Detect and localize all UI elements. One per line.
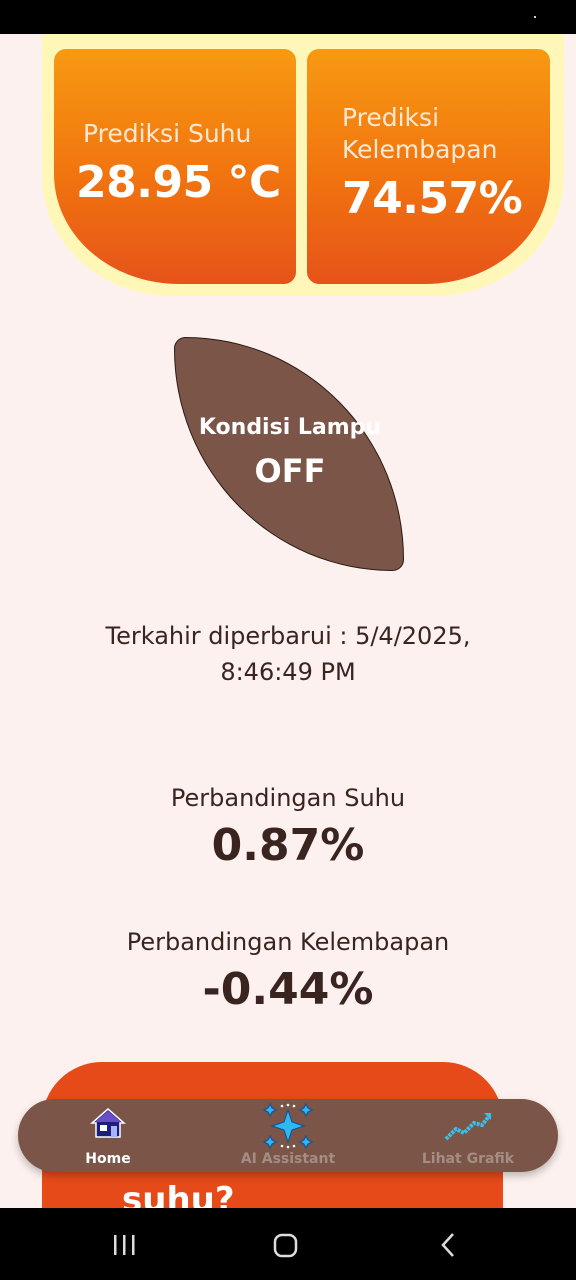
temperature-prediction-card: Prediksi Suhu 28.95 °C (54, 49, 296, 284)
lamp-status-label: Kondisi Lampu (198, 415, 382, 440)
humidity-prediction-label-line1: Prediksi (342, 103, 440, 132)
humidity-comparison-value: -0.44% (202, 964, 374, 1015)
nav-item-home[interactable]: Home (18, 1099, 198, 1172)
status-indicator-dot (534, 16, 536, 18)
nav-item-ai-assistant[interactable]: AI Assistant (198, 1099, 378, 1172)
humidity-prediction-card: Prediksi Kelembapan 74.57% (307, 49, 550, 284)
status-bar (0, 0, 576, 34)
last-updated-line2: 8:46:49 PM (220, 658, 356, 686)
humidity-comparison-label: Perbandingan Kelembapan (126, 928, 450, 956)
nav-label-lihat-grafik: Lihat Grafik (421, 1151, 515, 1167)
lamp-status-value: OFF (254, 452, 326, 490)
nav-label-ai-assistant: AI Assistant (240, 1151, 336, 1167)
home-icon (90, 1107, 126, 1143)
temperature-prediction-label: Prediksi Suhu (83, 119, 252, 148)
system-navigation-bar (0, 1208, 576, 1280)
last-updated-line1: Terkahir diperbarui : 5/4/2025, (105, 622, 471, 650)
bottom-navigation: Home AI Assistant Lihat Grafik (18, 1099, 558, 1172)
recent-apps-icon[interactable] (112, 1230, 138, 1260)
nav-label-home: Home (85, 1151, 131, 1167)
home-button-icon[interactable] (272, 1230, 300, 1260)
nav-item-lihat-grafik[interactable]: Lihat Grafik (378, 1099, 558, 1172)
temperature-comparison-label: Perbandingan Suhu (170, 784, 406, 812)
sparkle-icon (262, 1102, 314, 1154)
lamp-status-card: Kondisi Lampu OFF (174, 337, 404, 571)
back-icon[interactable] (436, 1230, 460, 1260)
humidity-prediction-label-line2: Kelembapan (342, 135, 498, 164)
temperature-prediction-value: 28.95 °C (76, 157, 281, 208)
prediction-panel: Prediksi Suhu 28.95 °C Prediksi Kelembap… (42, 34, 564, 296)
last-updated-text: Terkahir diperbarui : 5/4/2025, 8:46:49 … (60, 618, 516, 690)
trend-chart-icon (444, 1111, 492, 1147)
temperature-comparison-value: 0.87% (211, 820, 365, 871)
humidity-prediction-value: 74.57% (342, 173, 523, 224)
